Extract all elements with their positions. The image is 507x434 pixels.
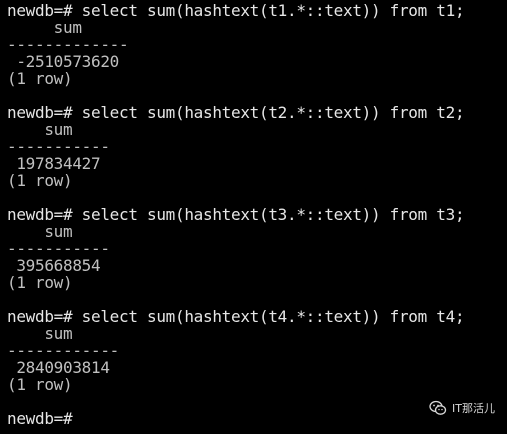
row-count: (1 row)	[7, 172, 73, 189]
row-count: (1 row)	[7, 274, 73, 291]
header-separator: -------------	[7, 36, 129, 53]
command-line: newdb=# select sum(hashtext(t2.*::text))…	[7, 104, 465, 121]
column-header: sum	[7, 19, 82, 36]
result-value: 197834427	[7, 155, 101, 172]
wechat-icon	[429, 400, 447, 416]
watermark: IT那活儿	[429, 400, 495, 416]
command-line: newdb=# select sum(hashtext(t1.*::text))…	[7, 2, 465, 19]
terminal-window[interactable]: newdb=# select sum(hashtext(t1.*::text))…	[0, 0, 507, 434]
column-header: sum	[7, 121, 73, 138]
result-value: 2840903814	[7, 359, 110, 376]
command-line: newdb=# select sum(hashtext(t3.*::text))…	[7, 206, 465, 223]
command-line: newdb=# select sum(hashtext(t4.*::text))…	[7, 308, 465, 325]
column-header: sum	[7, 223, 73, 240]
header-separator: -----------	[7, 240, 110, 257]
result-value: 395668854	[7, 257, 101, 274]
result-value: -2510573620	[7, 53, 119, 70]
row-count: (1 row)	[7, 70, 73, 87]
watermark-text: IT那活儿	[452, 402, 495, 415]
header-separator: ------------	[7, 342, 119, 359]
row-count: (1 row)	[7, 376, 73, 393]
header-separator: -----------	[7, 138, 110, 155]
column-header: sum	[7, 325, 73, 342]
